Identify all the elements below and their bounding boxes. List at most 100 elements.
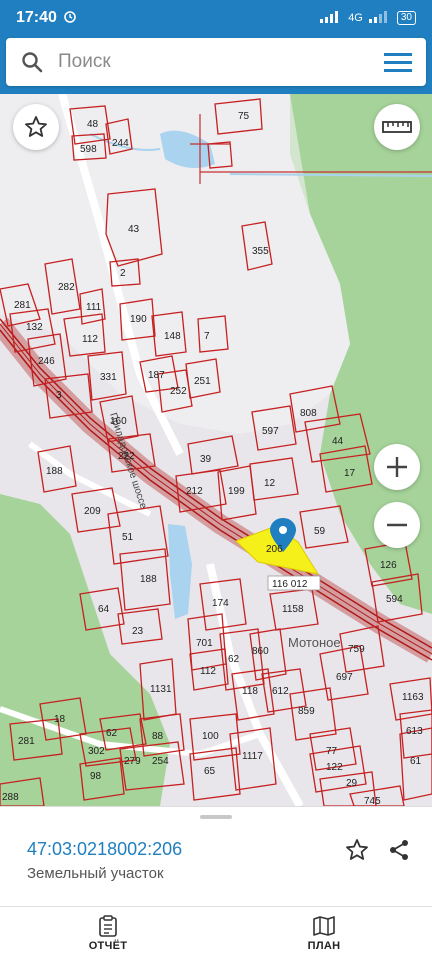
parcel-number-label: 745: [364, 796, 381, 806]
parcel-number-label: 209: [84, 506, 101, 517]
parcel-number-label: 187: [148, 370, 165, 381]
parcel-number-label: 44: [332, 436, 344, 447]
parcel-number-label: 598: [80, 144, 97, 155]
nav-report[interactable]: ОТЧЁТ: [0, 907, 216, 960]
parcel-number-label: 199: [228, 486, 245, 497]
ruler-icon: [382, 121, 412, 133]
ruler-button[interactable]: [374, 104, 420, 150]
parcel-number-label: 98: [90, 771, 102, 782]
parcel-number-label: 88: [152, 731, 164, 742]
parcel-number-label: 43: [128, 224, 140, 235]
parcel-number-label: 118: [242, 686, 258, 697]
search-bar-container: Поиск: [0, 36, 432, 94]
selected-parcel-label: 206: [266, 544, 283, 555]
star-outline-icon: [346, 839, 368, 860]
parcel-number-label: 281: [14, 300, 31, 311]
minus-icon: [387, 523, 407, 527]
zoom-out-button[interactable]: [374, 502, 420, 548]
parcel-number-label: 51: [122, 532, 134, 543]
parcel-number-label: 859: [298, 706, 315, 717]
parcel-number-label: 613: [406, 726, 423, 737]
favorites-map-button[interactable]: [13, 104, 59, 150]
parcel-number-label: 212: [186, 486, 203, 497]
parcel-number-label: 174: [212, 598, 229, 609]
parcel-number-label: 701: [196, 638, 213, 649]
map-plan-icon: [313, 916, 335, 936]
parcel-number-label: 288: [2, 792, 19, 803]
parcel-number-label: 860: [252, 646, 269, 657]
nav-report-label: ОТЧЁТ: [88, 940, 128, 952]
parcel-number-label: 17: [344, 468, 356, 479]
signal-2-icon: [368, 10, 391, 26]
selection-info-panel[interactable]: 47:03:0218002:206 Земельный участок: [0, 806, 432, 906]
parcel-number-label: 222: [118, 451, 135, 462]
quarter-label: 116 012: [272, 579, 308, 590]
parcel-number-label: 112: [82, 334, 98, 345]
parcel-number-label: 1158: [282, 604, 304, 615]
place-label: Мотоное: [288, 635, 341, 650]
parcel-number-label: 7: [204, 331, 210, 342]
search-box[interactable]: Поиск: [6, 38, 426, 86]
share-button[interactable]: [384, 835, 414, 865]
parcel-number-label: 188: [46, 466, 63, 477]
screen: 17:40 4G 30 Поиск 116 012 Приладожское ш…: [0, 0, 432, 960]
nav-plan[interactable]: ПЛАН: [216, 907, 432, 960]
parcel-number-label: 39: [200, 454, 212, 465]
parcel-number-label: 59: [314, 526, 326, 537]
status-indicators: 4G 30: [320, 10, 416, 26]
object-type: Земельный участок: [27, 865, 164, 882]
parcel-number-label: 244: [112, 138, 129, 149]
cadastral-number: 47:03:0218002:206: [27, 839, 183, 859]
parcel-number-label: 64: [98, 604, 110, 615]
cadastral-map[interactable]: 116 012 Приладожское шоссе Мотоное 48 598…: [0, 94, 432, 806]
parcel-number-label: 808: [300, 408, 317, 419]
parcel-number-label: 254: [152, 756, 169, 767]
parcel-number-label: 188: [140, 574, 157, 585]
bottom-navigation: ОТЧЁТ ПЛАН: [0, 906, 432, 960]
parcel-number-label: 126: [380, 560, 397, 571]
parcel-number-label: 612: [272, 686, 289, 697]
parcel-number-label: 190: [130, 314, 147, 325]
parcel-number-label: 331: [100, 372, 117, 383]
drag-handle[interactable]: [200, 815, 232, 819]
parcel-number-label: 281: [18, 736, 35, 747]
parcel-number-label: 61: [410, 756, 422, 767]
parcel-number-label: 1131: [150, 684, 172, 695]
parcel-number-label: 62: [228, 654, 240, 665]
parcel-number-label: 12: [264, 478, 276, 489]
share-icon: [390, 840, 408, 860]
parcel-number-label: 3: [56, 390, 62, 401]
parcel-number-label: 2: [120, 268, 126, 279]
parcel-number-label: 65: [204, 766, 216, 777]
parcel-number-label: 252: [170, 386, 187, 397]
parcel-number-label: 282: [58, 282, 75, 293]
parcel-number-label: 697: [336, 672, 353, 683]
parcel-number-label: 77: [326, 746, 338, 757]
parcel-number-label: 246: [38, 356, 55, 367]
menu-button[interactable]: [370, 51, 426, 73]
report-icon: [99, 915, 117, 937]
search-input[interactable]: Поиск: [58, 51, 370, 73]
status-time: 17:40: [16, 9, 57, 26]
parcel-number-label: 23: [132, 626, 144, 637]
parcel-number-label: 160: [110, 416, 127, 427]
signal-icon: [320, 10, 342, 26]
zoom-in-button[interactable]: [374, 444, 420, 490]
parcel-number-label: 148: [164, 331, 181, 342]
parcel-number-label: 112: [200, 666, 216, 677]
favorite-button[interactable]: [342, 835, 372, 865]
parcel-number-label: 597: [262, 426, 279, 437]
battery-indicator: 30: [396, 11, 416, 25]
parcel-number-label: 1163: [402, 692, 424, 703]
parcel-number-label: 18: [54, 714, 66, 725]
plus-icon: [387, 457, 407, 477]
parcel-number-label: 1117: [242, 751, 263, 762]
nav-plan-label: ПЛАН: [307, 940, 341, 952]
parcel-number-label: 759: [348, 644, 365, 655]
parcel-number-label: 132: [26, 322, 43, 333]
alarm-icon: [63, 9, 77, 28]
parcel-number-label: 122: [326, 762, 343, 773]
parcel-number-label: 62: [106, 728, 118, 739]
parcel-number-label: 251: [194, 376, 211, 387]
search-icon[interactable]: [6, 51, 58, 73]
